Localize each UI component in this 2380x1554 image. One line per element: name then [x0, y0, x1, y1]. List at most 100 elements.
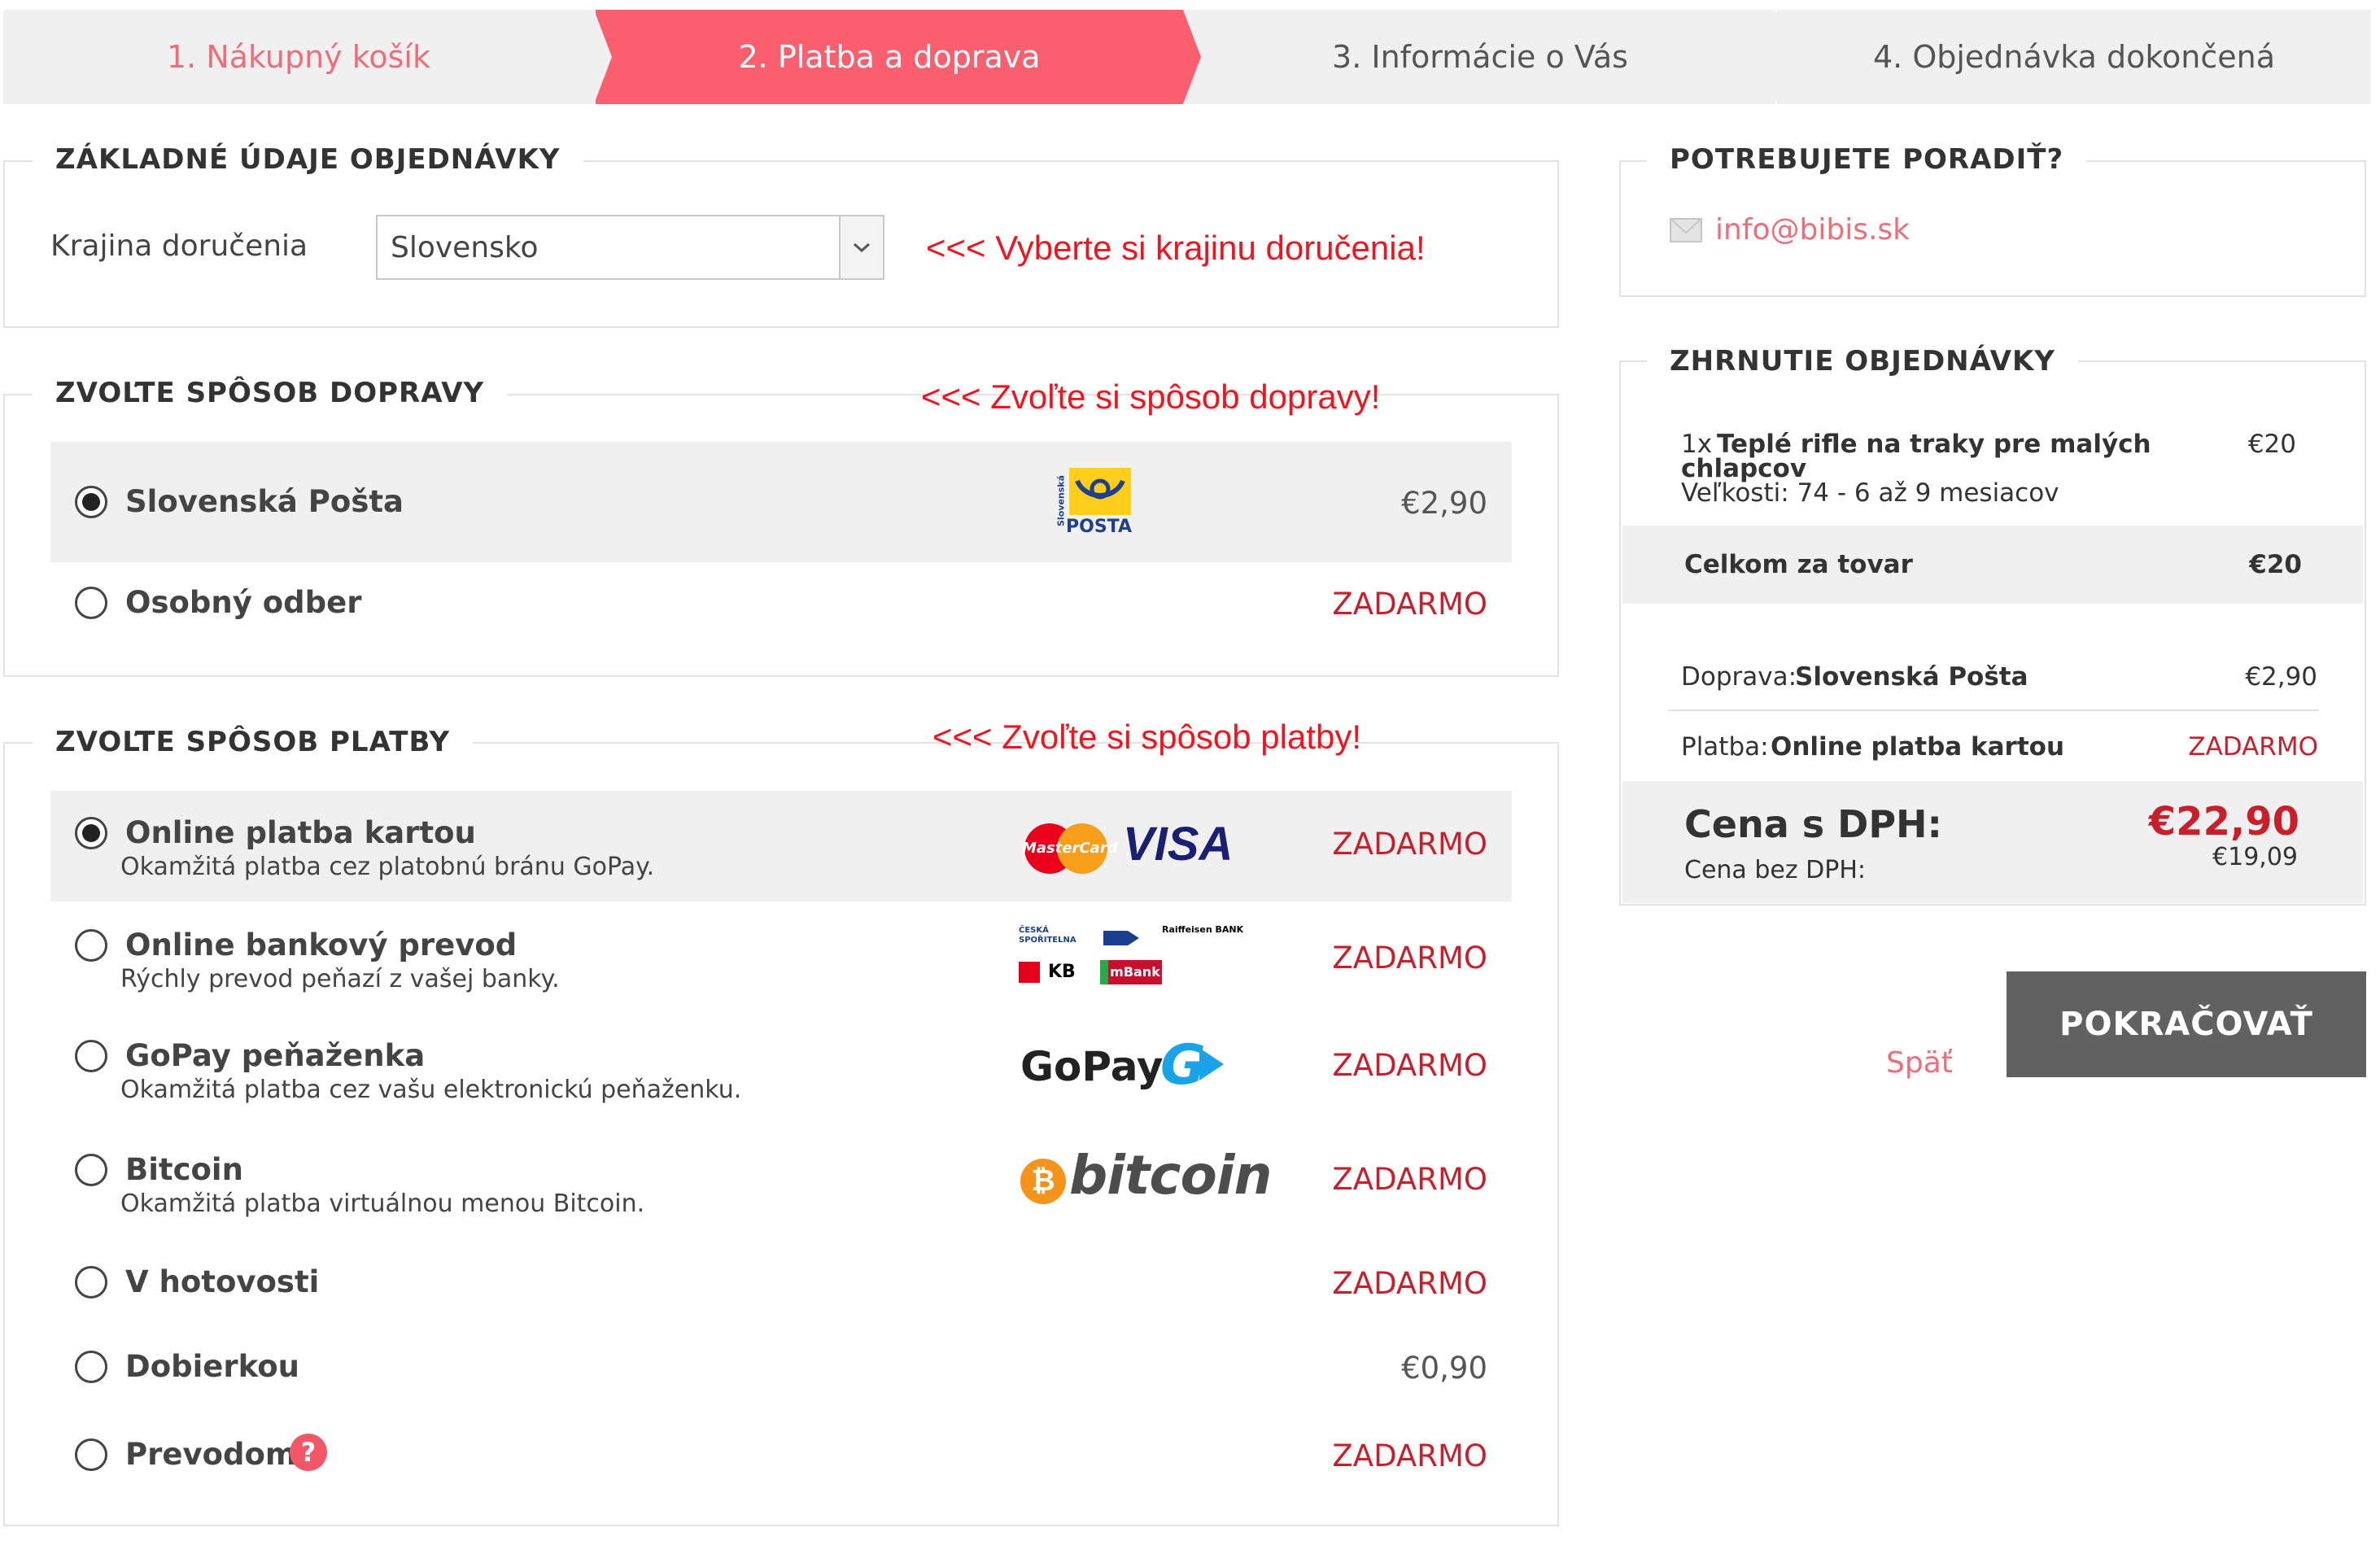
- payment-option-desc: Okamžitá platba cez platobnú bránu GoPay…: [120, 853, 655, 881]
- payment-option-price: ZADARMO: [1332, 1048, 1487, 1083]
- payment-option-cod[interactable]: Dobierkou €0,90: [50, 1325, 1512, 1409]
- summary-payment-label: Platba:: [1681, 732, 1769, 762]
- raiffeisen-logo: Raiffeisen BANK: [1162, 924, 1244, 935]
- summary-item-size: Veľkosti: 74 - 6 až 9 mesiacov: [1681, 478, 2059, 508]
- payment-option-desc: Rýchly prevod peňazí z vašej banky.: [120, 965, 560, 993]
- bank-logos: ČESKÁ SPOŘITELNA Raiffeisen BANK KB mBan…: [1019, 924, 1263, 989]
- step-order-complete-label: 4. Objednávka dokončená: [1873, 39, 2275, 75]
- help-title: POTREBUJETE PORADIŤ?: [1647, 143, 2087, 176]
- payment-option-price: ZADARMO: [1332, 1266, 1487, 1301]
- ceska-sporitelna-logo: ČESKÁ SPOŘITELNA: [1019, 926, 1076, 945]
- payment-option-gopay[interactable]: GoPay peňaženka Okamžitá platba cez vašu…: [50, 1015, 1512, 1129]
- step-order-complete: 4. Objednávka dokončená: [1777, 10, 2371, 104]
- help-email-link[interactable]: info@bibis.sk: [1715, 213, 1910, 247]
- basic-info-title: ZÁKLADNÉ ÚDAJE OBJEDNÁVKY: [33, 143, 583, 176]
- payment-option-desc: Okamžitá platba virtuálnou menou Bitcoin…: [120, 1190, 645, 1218]
- summary-goods-total-row: Celkom za tovar €20: [1622, 526, 2363, 604]
- summary-shipping-name: Slovenská Pošta: [1795, 662, 2028, 692]
- payment-title: ZVOĽTE SPÔSOB PLATBY: [33, 726, 474, 758]
- payment-option-name: Prevodom: [125, 1437, 297, 1472]
- payment-radio-bank-transfer[interactable]: [75, 929, 107, 962]
- posta-logo-text: POSTA: [1066, 517, 1132, 537]
- kb-logo-text: KB: [1048, 962, 1076, 982]
- payment-option-price: ZADARMO: [1332, 941, 1487, 976]
- step-payment-shipping-label: 2. Platba a doprava: [738, 39, 1041, 75]
- payment-option-name: Online bankový prevod: [125, 928, 517, 963]
- shipping-option-slovenska-posta[interactable]: Slovenská Pošta Slovenská POSTA €2,90: [50, 442, 1512, 562]
- payment-radio-cash[interactable]: [75, 1266, 107, 1299]
- payment-option-price: €0,90: [1401, 1351, 1487, 1386]
- gopay-arrow-icon: [1199, 1048, 1224, 1080]
- shipping-option-price: ZADARMO: [1332, 587, 1487, 622]
- country-label: Krajina doručenia: [50, 229, 308, 263]
- kb-logo: [1019, 962, 1040, 983]
- payment-radio-cod[interactable]: [75, 1351, 107, 1383]
- step-cart[interactable]: 1. Nákupný košík: [3, 10, 612, 104]
- payment-option-bitcoin[interactable]: Bitcoin Okamžitá platba virtuálnou menou…: [50, 1129, 1512, 1243]
- bank-arrow-icon: [1103, 931, 1139, 945]
- step-customer-info-label: 3. Informácie o Vás: [1332, 39, 1628, 75]
- step-cart-label: 1. Nákupný košík: [166, 39, 430, 75]
- payment-option-name: Online platba kartou: [125, 815, 476, 850]
- shipping-option-name: Slovenská Pošta: [125, 484, 404, 519]
- summary-shipping-label: Doprava:: [1681, 662, 1797, 692]
- shipping-hint: <<< Zvoľte si spôsob dopravy!: [921, 378, 1381, 416]
- slovenska-posta-logo: Slovenská POSTA: [1051, 468, 1133, 539]
- shipping-title: ZVOĽTE SPÔSOB DOPRAVY: [33, 377, 508, 409]
- mastercard-logo: MasterCard: [1020, 822, 1118, 875]
- bitcoin-coin-icon: ₿: [1020, 1159, 1066, 1204]
- summary-item-price: €20: [2247, 430, 2296, 459]
- summary-net-label: Cena bez DPH:: [1684, 856, 1866, 884]
- step-payment-shipping[interactable]: 2. Platba a doprava: [596, 10, 1201, 104]
- posta-horn-icon: [1069, 468, 1131, 515]
- gopay-logo: GoPay: [1020, 1043, 1164, 1090]
- mail-icon: [1670, 218, 1702, 242]
- payment-option-name: GoPay peňaženka: [125, 1038, 426, 1073]
- shipping-option-osobny-odber[interactable]: Osobný odber ZADARMO: [50, 562, 1512, 644]
- payment-radio-wire-transfer[interactable]: [75, 1438, 107, 1471]
- country-select-value: Slovensko: [391, 231, 539, 264]
- visa-logo: VISA: [1123, 818, 1234, 871]
- summary-net-price: €19,09: [2212, 843, 2298, 871]
- mastercard-logo-text: MasterCard: [1022, 840, 1118, 857]
- payment-option-name: Bitcoin: [125, 1152, 243, 1187]
- payment-option-desc: Okamžitá platba cez vašu elektronickú pe…: [120, 1076, 742, 1104]
- payment-radio-bitcoin[interactable]: [75, 1154, 107, 1186]
- payment-radio-card[interactable]: [75, 817, 107, 849]
- summary-payment-price: ZADARMO: [2188, 732, 2318, 762]
- summary-payment-name: Online platba kartou: [1771, 732, 2065, 762]
- step-customer-info: 3. Informácie o Vás: [1185, 10, 1793, 104]
- shipping-radio-osobny-odber[interactable]: [75, 587, 107, 619]
- payment-hint: <<< Zvoľte si spôsob platby!: [932, 718, 1362, 756]
- bitcoin-logo: bitcoin: [1069, 1144, 1272, 1207]
- payment-option-card[interactable]: Online platba kartou Okamžitá platba cez…: [50, 791, 1512, 901]
- summary-goods-price: €20: [2249, 550, 2302, 579]
- mbank-logo: mBank: [1100, 960, 1162, 984]
- payment-option-price: ZADARMO: [1332, 1438, 1487, 1473]
- payment-option-wire-transfer[interactable]: Prevodom ? ZADARMO: [50, 1409, 1512, 1499]
- payment-option-cash[interactable]: V hotovosti ZADARMO: [50, 1243, 1512, 1325]
- summary-total-price: €22,90: [2148, 799, 2299, 845]
- payment-option-price: ZADARMO: [1332, 827, 1487, 862]
- payment-option-name: Dobierkou: [125, 1349, 300, 1384]
- country-hint: <<< Vyberte si krajinu doručenia!: [926, 229, 1426, 267]
- posta-logo-side-text: Slovenská: [1055, 475, 1067, 526]
- summary-shipping-price: €2,90: [2245, 662, 2317, 692]
- shipping-option-price: €2,90: [1401, 486, 1487, 521]
- help-icon[interactable]: ?: [290, 1434, 327, 1471]
- country-select[interactable]: Slovensko: [376, 215, 884, 280]
- summary-total-row: Cena s DPH: Cena bez DPH: €22,90 €19,09: [1622, 781, 2363, 903]
- shipping-radio-slovenska-posta[interactable]: [75, 486, 107, 518]
- payment-option-name: V hotovosti: [125, 1264, 320, 1299]
- checkout-steps: 1. Nákupný košík 2. Platba a doprava 3. …: [3, 10, 2371, 104]
- payment-option-price: ZADARMO: [1332, 1162, 1487, 1197]
- payment-option-bank-transfer[interactable]: Online bankový prevod Rýchly prevod peňa…: [50, 901, 1512, 1015]
- back-link[interactable]: Späť: [1886, 1046, 1953, 1080]
- continue-button[interactable]: POKRAČOVAŤ: [2007, 971, 2366, 1077]
- summary-divider: [1668, 709, 2319, 711]
- summary-total-label: Cena s DPH:: [1684, 802, 1942, 846]
- summary-goods-label: Celkom za tovar: [1684, 550, 1913, 579]
- payment-radio-gopay[interactable]: [75, 1040, 107, 1072]
- shipping-option-name: Osobný odber: [125, 585, 362, 620]
- chevron-down-icon[interactable]: [839, 216, 883, 278]
